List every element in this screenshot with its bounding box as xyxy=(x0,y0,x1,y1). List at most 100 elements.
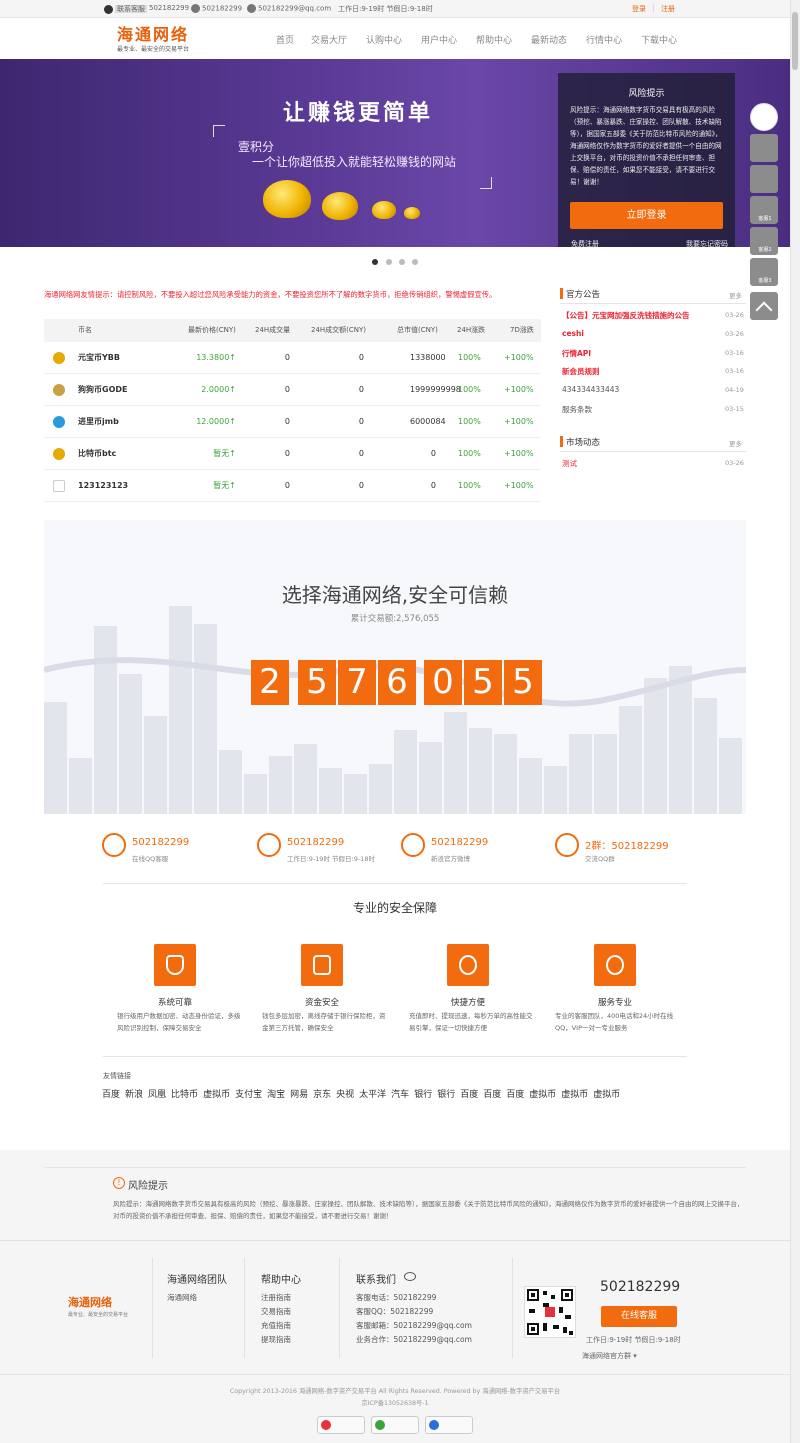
contact-phone[interactable]: 502182299 xyxy=(287,837,344,848)
nav-help[interactable]: 帮助中心 xyxy=(476,33,512,46)
coin-cap: 1999999998 xyxy=(410,385,461,394)
customer-service[interactable]: 联系客服 xyxy=(104,4,147,14)
divider xyxy=(152,1258,153,1358)
contact-qq[interactable]: 502182299 xyxy=(132,837,189,848)
nav-market[interactable]: 行情中心 xyxy=(586,33,622,46)
scrollbar[interactable] xyxy=(790,0,800,1443)
chat-icon[interactable] xyxy=(750,134,778,162)
trust-badge-icon[interactable] xyxy=(371,1416,419,1434)
weibo-icon[interactable] xyxy=(404,1272,416,1281)
friend-link[interactable]: 百度 xyxy=(483,1090,501,1100)
announce-more[interactable]: 更多 xyxy=(729,290,742,300)
back-to-top-icon[interactable] xyxy=(750,292,778,320)
market-news-item[interactable]: 测试 xyxy=(562,458,577,469)
carousel-dot[interactable] xyxy=(412,259,418,265)
qq-kefu2[interactable]: 客服2 xyxy=(750,227,778,255)
friend-link[interactable]: 百度 xyxy=(506,1090,524,1100)
coin-name[interactable]: 比特币btc xyxy=(78,438,168,470)
team-link[interactable]: 海通网络 xyxy=(167,1291,197,1305)
friend-link[interactable]: 比特币 xyxy=(171,1090,198,1100)
contact-weibo[interactable]: 502182299 xyxy=(431,837,488,848)
coin-amount: 0 xyxy=(358,353,364,362)
friend-link[interactable]: 虚拟币 xyxy=(529,1090,556,1100)
nav-subscribe[interactable]: 认购中心 xyxy=(366,33,402,46)
friend-link[interactable]: 虚拟币 xyxy=(561,1090,588,1100)
announce-item[interactable]: ceshi xyxy=(562,329,584,338)
qq-kefu1[interactable]: 客服1 xyxy=(750,196,778,224)
coin-name[interactable]: 123123123 xyxy=(78,470,168,502)
coin-amount: 0 xyxy=(358,449,364,458)
divider xyxy=(44,1167,746,1168)
nav-download[interactable]: 下载中心 xyxy=(641,33,677,46)
register-link[interactable]: 注册 xyxy=(661,4,675,14)
coin-name[interactable]: 元宝币YBB xyxy=(78,342,168,374)
help-link[interactable]: 交易指南 xyxy=(261,1305,291,1319)
market-news-more[interactable]: 更多 xyxy=(729,438,742,448)
friend-link[interactable]: 淘宝 xyxy=(267,1090,285,1100)
stats-subtitle: 累计交易额:2,576,055 xyxy=(350,614,440,624)
scrollbar-thumb[interactable] xyxy=(792,12,798,70)
nav-user[interactable]: 用户中心 xyxy=(421,33,457,46)
announce-item[interactable]: 【公告】元宝网加强反洗钱措施的公告 xyxy=(562,310,690,321)
table-row[interactable]: 比特币btc 暂无↑ 0 0 0 100% +100% xyxy=(44,438,541,470)
announce-item[interactable]: 行情API xyxy=(562,348,591,359)
coin-amount: 0 xyxy=(358,481,364,490)
carousel-dot[interactable] xyxy=(399,259,405,265)
footer-risk-band xyxy=(0,1150,790,1240)
trust-badge-icon[interactable] xyxy=(425,1416,473,1434)
table-row[interactable]: 元宝币YBB 13.3800↑ 0 0 1338000 100% +100% xyxy=(44,342,541,374)
online-service-button[interactable]: 在线客服 xyxy=(601,1306,677,1327)
friend-link[interactable]: 银行 xyxy=(414,1090,432,1100)
friend-link[interactable]: 百度 xyxy=(460,1090,478,1100)
table-row[interactable]: 进里币jmb 12.0000↑ 0 0 6000084 100% +100% xyxy=(44,406,541,438)
table-row[interactable]: 狗狗币GODE 2.0000↑ 0 0 1999999998 100% +100% xyxy=(44,374,541,406)
friend-link[interactable]: 虚拟币 xyxy=(203,1090,230,1100)
footer-logo[interactable]: 海通网络 xyxy=(68,1294,112,1310)
nav-home[interactable]: 首页 xyxy=(276,33,294,46)
trust-badge-icon[interactable] xyxy=(317,1416,365,1434)
coin-price: 12.0000↑ xyxy=(196,417,236,426)
friend-link[interactable]: 太平洋 xyxy=(359,1090,386,1100)
bg-bar xyxy=(569,734,592,814)
qq-group-link[interactable]: 海通网络官方群 ▾ xyxy=(582,1351,637,1361)
contact-group[interactable]: 2群：502182299 xyxy=(585,837,669,852)
coin-name[interactable]: 狗狗币GODE xyxy=(78,374,168,406)
announce-item[interactable]: 新会员规则 xyxy=(562,366,600,377)
friend-link[interactable]: 网易 xyxy=(290,1090,308,1100)
login-link[interactable]: 登录 xyxy=(632,4,646,14)
bg-bar xyxy=(544,766,567,814)
friend-link[interactable]: 凤凰 xyxy=(148,1090,166,1100)
announce-item[interactable]: 434334433443 xyxy=(562,385,619,394)
carousel-dot[interactable] xyxy=(386,259,392,265)
coin-name[interactable]: 进里币jmb xyxy=(78,406,168,438)
free-register-link[interactable]: 免费注册 xyxy=(571,239,599,249)
friend-link[interactable]: 百度 xyxy=(102,1090,120,1100)
nav-trade[interactable]: 交易大厅 xyxy=(311,33,347,46)
nav-news[interactable]: 最新动态 xyxy=(531,33,567,46)
table-row[interactable]: 123123123 暂无↑ 0 0 0 100% +100% xyxy=(44,470,541,502)
friend-link[interactable]: 虚拟币 xyxy=(593,1090,620,1100)
top-phone: 502182299 xyxy=(191,4,242,13)
announce-item[interactable]: 服务条款 xyxy=(562,404,592,415)
logo[interactable]: 海通网络 xyxy=(117,21,189,45)
help-link[interactable]: 提现指南 xyxy=(261,1333,291,1347)
counter-digit: 0 xyxy=(424,660,462,705)
friend-link[interactable]: 京东 xyxy=(313,1090,331,1100)
friend-link[interactable]: 银行 xyxy=(437,1090,455,1100)
friend-link[interactable]: 央视 xyxy=(336,1090,354,1100)
help-link[interactable]: 充值指南 xyxy=(261,1319,291,1333)
carousel-dot[interactable] xyxy=(372,259,378,265)
friend-link[interactable]: 汽车 xyxy=(391,1090,409,1100)
phone-icon[interactable] xyxy=(750,165,778,193)
friend-link[interactable]: 支付宝 xyxy=(235,1090,262,1100)
qq-kefu3[interactable]: 客服3 xyxy=(750,258,778,286)
feature-box xyxy=(301,944,343,986)
chevron-down-icon: ▾ xyxy=(631,1352,637,1360)
help-link[interactable]: 注册指南 xyxy=(261,1291,291,1305)
login-button[interactable]: 立即登录 xyxy=(570,202,723,229)
contact-group-sub: 交流QQ群 xyxy=(585,855,615,863)
friend-link[interactable]: 新浪 xyxy=(125,1090,143,1100)
service-icon[interactable] xyxy=(750,103,778,131)
forgot-password-link[interactable]: 我要忘记密码 xyxy=(686,239,728,249)
warning-notice: 海通网络网友情提示：请控制风险，不要投入超过您风险承受能力的资金，不要投资您所不… xyxy=(44,290,497,299)
